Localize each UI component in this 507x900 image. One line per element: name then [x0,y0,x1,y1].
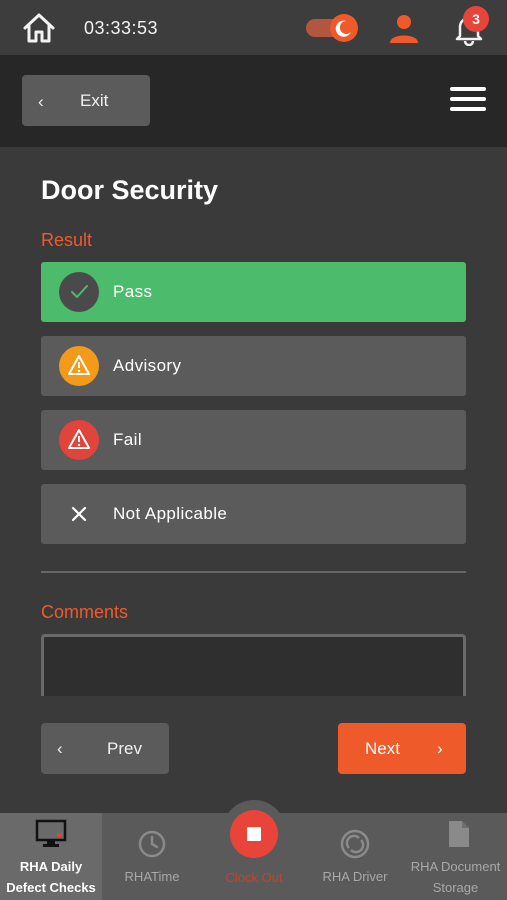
result-label: Result [41,230,93,250]
clock-icon [138,830,166,858]
option-label: Not Applicable [113,504,228,523]
exit-button[interactable]: ‹ Exit [22,75,150,126]
option-pass[interactable]: Pass [41,262,466,322]
chevron-left-icon: ‹ [38,92,44,111]
close-icon [59,494,99,534]
tab-label: Clock Out [225,870,283,885]
tab-label: RHATime [124,869,180,884]
warning-icon [59,420,99,460]
document-icon [449,821,469,847]
page-title: Door Security [41,175,219,205]
stop-icon [247,827,261,841]
clock-out-button[interactable] [230,810,278,858]
option-label: Fail [113,430,142,449]
next-label: Next [365,739,400,758]
prev-label: Prev [107,739,142,758]
divider [41,571,466,573]
user-icon[interactable] [387,11,421,45]
warning-icon [59,346,99,386]
tab-rhatime[interactable]: RHATime [102,813,202,900]
status-bar: 03:33:53 3 [0,0,507,55]
tab-label: RHA Daily Defect Checks [6,859,96,895]
chevron-left-icon: ‹ [57,739,63,758]
tab-rha-driver[interactable]: RHA Driver [306,813,404,900]
option-fail[interactable]: Fail [41,410,466,470]
option-not-applicable[interactable]: Not Applicable [41,484,466,544]
comments-input[interactable] [41,634,466,696]
moon-icon [335,20,351,37]
tab-daily-defect-checks[interactable]: RHA Daily Defect Checks [0,813,102,900]
comments-label: Comments [41,602,129,622]
nav-bar: ‹ Exit [0,55,507,147]
option-label: Advisory [113,356,182,375]
check-icon [59,272,99,312]
next-button[interactable]: Next › [338,723,466,774]
hamburger-menu-icon[interactable] [450,87,486,115]
tab-label: RHA Driver [322,869,388,884]
dark-mode-toggle[interactable] [306,14,358,42]
prev-button[interactable]: ‹ Prev [41,723,169,774]
option-advisory[interactable]: Advisory [41,336,466,396]
refresh-icon [340,829,370,859]
tab-document-storage[interactable]: RHA Document Storage [404,813,507,900]
toggle-knob [330,14,358,42]
clock-time: 03:33:53 [84,18,159,38]
chevron-right-icon: › [437,739,443,758]
tab-label: RHA Document Storage [410,859,501,895]
home-icon[interactable] [22,11,56,45]
monitor-icon [35,819,67,847]
exit-label: Exit [80,91,109,110]
option-label: Pass [113,282,153,301]
notification-badge: 3 [463,6,489,32]
